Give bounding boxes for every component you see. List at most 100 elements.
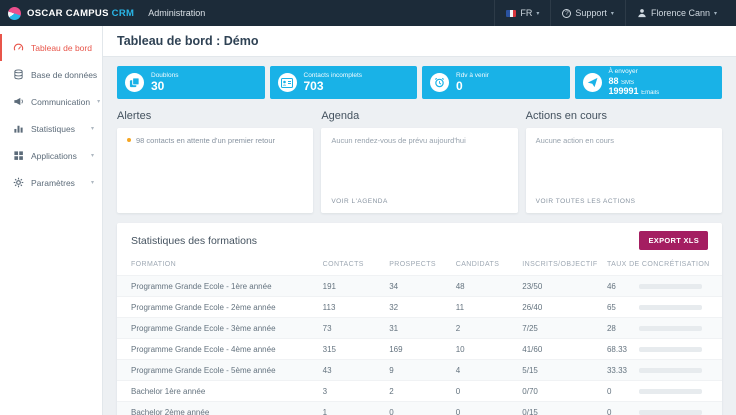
cell-contacts: 113 <box>316 296 384 318</box>
chevron-down-icon: ▾ <box>90 153 94 159</box>
sidebar-item-parametres[interactable]: Paramètres ▾ <box>0 169 102 196</box>
column-header-formation: FORMATION <box>131 261 177 268</box>
agenda-card: Aucun rendez-vous de prévu aujourd'hui V… <box>321 128 518 213</box>
chevron-down-icon: ▾ <box>713 10 717 17</box>
sidebar-item-base-de-donnees[interactable]: Base de données <box>0 61 102 88</box>
stat-card-a-envoyer[interactable]: À envoyer 88 SMS 199991 Emails <box>574 66 722 99</box>
main-area: Tableau de bord : Démo Doublons 30 Conta… <box>103 26 736 415</box>
cell-formation: Programme Grande Ecole - 5ème année <box>117 359 317 381</box>
panel-actions: Actions en cours Aucune action en cours … <box>525 108 722 213</box>
brand[interactable]: OSCAR CAMPUS CRM <box>0 6 134 20</box>
stat-card-rdv-a-venir[interactable]: Rdv à venir 0 <box>422 66 570 99</box>
cell-contacts: 191 <box>316 275 384 297</box>
cell-formation: Bachelor 1ère année <box>117 380 317 402</box>
sidebar-item-label: Base de données <box>31 69 98 80</box>
language-menu[interactable]: FR ▾ <box>494 0 550 26</box>
cell-formation: Programme Grande Ecole - 3ème année <box>117 317 317 339</box>
table-title: Statistiques des formations <box>131 234 258 247</box>
actions-card: Aucune action en cours VOIR TOUTES LES A… <box>525 128 722 213</box>
panel-title: Agenda <box>321 110 360 122</box>
chevron-down-icon: ▾ <box>90 180 94 186</box>
sidebar-item-communication[interactable]: Communication ▾ <box>0 88 102 115</box>
stat-value: 703 <box>303 78 324 93</box>
sidebar-item-statistiques[interactable]: Statistiques ▾ <box>0 115 102 142</box>
chevron-down-icon: ▾ <box>97 99 101 105</box>
nav-administration[interactable]: Administration <box>148 8 205 18</box>
france-flag-icon <box>506 9 517 17</box>
gauge-icon <box>13 43 24 51</box>
content: Doublons 30 Contacts incomplets 703 Rdv … <box>103 57 736 415</box>
cell-inscrits: 0/70 <box>516 380 601 402</box>
page-header: Tableau de bord : Démo <box>103 26 736 57</box>
cell-candidats: 0 <box>449 380 517 402</box>
table-row[interactable]: Programme Grande Ecole - 5ème année 43 9… <box>117 359 722 381</box>
stat-card-contacts-incomplets[interactable]: Contacts incomplets 703 <box>269 66 417 99</box>
cell-candidats: 48 <box>449 275 517 297</box>
cell-inscrits: 0/15 <box>516 401 601 415</box>
cell-taux: 0 <box>600 401 722 415</box>
panels-row: Alertes 98 contacts en attente d'un prem… <box>117 108 722 213</box>
table-row[interactable]: Programme Grande Ecole - 3ème année 73 3… <box>117 317 722 339</box>
cell-candidats: 2 <box>449 317 517 339</box>
sidebar-item-label: Tableau de bord <box>31 42 92 53</box>
sidebar: Tableau de bord Base de données Communic… <box>0 26 103 415</box>
stat-email-line: 199991 Emails <box>608 86 660 97</box>
table-head-row: Statistiques des formations EXPORT XLS <box>117 223 722 257</box>
table-row[interactable]: Bachelor 2ème année 1 0 0 0/15 0 <box>117 401 722 415</box>
stat-label: Rdv à venir <box>456 72 489 79</box>
progress-bar <box>638 325 702 331</box>
page-title: Tableau de bord : Démo <box>117 34 259 48</box>
progress-bar <box>638 346 702 352</box>
actions-empty-text: Aucune action en cours <box>535 136 615 145</box>
gear-icon <box>13 177 24 188</box>
cell-inscrits: 26/40 <box>516 296 601 318</box>
table-row[interactable]: Bachelor 1ère année 3 2 0 0/70 0 <box>117 380 722 402</box>
voir-toutes-actions-link[interactable]: VOIR TOUTES LES ACTIONS <box>536 198 636 205</box>
cell-inscrits: 41/60 <box>516 338 601 360</box>
column-header-contacts: CONTACTS <box>322 261 364 268</box>
cell-taux: 28 <box>600 317 722 339</box>
contact-card-icon <box>277 73 297 92</box>
cell-candidats: 11 <box>449 296 517 318</box>
cell-inscrits: 7/25 <box>516 317 601 339</box>
table-row[interactable]: Programme Grande Ecole - 4ème année 315 … <box>117 338 722 360</box>
chevron-down-icon: ▾ <box>610 10 614 17</box>
megaphone-icon <box>14 97 23 106</box>
cell-contacts: 43 <box>316 359 384 381</box>
table-row[interactable]: Programme Grande Ecole - 1ère année 191 … <box>117 275 722 297</box>
progress-bar <box>638 304 702 310</box>
user-menu[interactable]: Florence Cann ▾ <box>624 0 728 26</box>
duplicate-icon <box>125 73 144 92</box>
paper-plane-icon <box>582 73 602 92</box>
user-name: Florence Cann <box>650 8 710 18</box>
cell-formation: Programme Grande Ecole - 2ème année <box>117 296 317 318</box>
cell-taux: 33.33 <box>600 359 722 381</box>
stat-value: 0 <box>456 78 463 93</box>
cell-prospects: 169 <box>383 338 450 360</box>
column-header-inscrits: INSCRITS/OBJECTIF <box>522 261 598 268</box>
table-row[interactable]: Programme Grande Ecole - 2ème année 113 … <box>117 296 722 318</box>
chevron-down-icon: ▾ <box>90 126 94 132</box>
question-circle-icon: ? <box>562 8 572 18</box>
cell-taux: 65 <box>600 296 722 318</box>
stat-label: À envoyer <box>608 67 638 75</box>
sidebar-item-tableau-de-bord[interactable]: Tableau de bord <box>0 34 102 61</box>
export-xls-button[interactable]: EXPORT XLS <box>639 231 708 250</box>
panel-title: Alertes <box>117 110 152 122</box>
database-icon <box>14 69 23 80</box>
alert-item[interactable]: 98 contacts en attente d'un premier reto… <box>127 136 303 146</box>
apps-grid-icon <box>14 151 23 160</box>
cell-prospects: 31 <box>383 317 450 339</box>
cell-taux: 0 <box>600 380 722 402</box>
stat-card-doublons[interactable]: Doublons 30 <box>117 66 265 99</box>
stat-label: Contacts incomplets <box>303 72 363 79</box>
cell-candidats: 0 <box>449 401 517 415</box>
cell-inscrits: 23/50 <box>516 275 601 297</box>
progress-bar <box>638 367 702 373</box>
voir-agenda-link[interactable]: VOIR L'AGENDA <box>331 198 388 205</box>
support-menu[interactable]: ? Support ▾ <box>550 0 625 26</box>
progress-bar <box>638 388 702 394</box>
cell-prospects: 34 <box>383 275 450 297</box>
sidebar-item-label: Statistiques <box>31 123 75 134</box>
sidebar-item-applications[interactable]: Applications ▾ <box>0 142 102 169</box>
